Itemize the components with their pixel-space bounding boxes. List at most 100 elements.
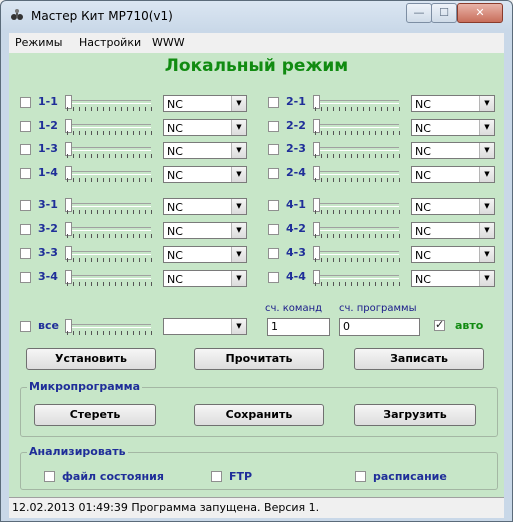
channel-dropdown-2_2[interactable]: NC ▼ xyxy=(411,119,495,136)
chevron-down-icon[interactable]: ▼ xyxy=(479,167,494,182)
all-dropdown[interactable]: ▼ xyxy=(163,318,247,335)
channel-slider-4_2[interactable] xyxy=(313,222,401,238)
chevron-down-icon[interactable]: ▼ xyxy=(231,247,246,262)
channel-checkbox-4_2[interactable] xyxy=(268,224,279,235)
channel-dropdown-4_3[interactable]: NC ▼ xyxy=(411,246,495,263)
channel-checkbox-2_1[interactable] xyxy=(268,97,279,108)
title-bar[interactable]: Мастер Кит MP710(v1) — ☐ ✕ xyxy=(1,1,512,31)
channel-slider-2_4[interactable] xyxy=(313,166,401,182)
state-file-checkbox[interactable] xyxy=(44,471,55,482)
commands-counter-field[interactable]: 1 xyxy=(267,318,330,336)
channel-dropdown-3_1[interactable]: NC ▼ xyxy=(163,198,247,215)
channel-checkbox-4_4[interactable] xyxy=(268,272,279,283)
schedule-checkbox[interactable] xyxy=(355,471,366,482)
channel-checkbox-2_3[interactable] xyxy=(268,144,279,155)
channel-slider-1_1[interactable] xyxy=(65,95,153,111)
channel-dropdown-1_1[interactable]: NC ▼ xyxy=(163,95,247,112)
channel-checkbox-1_2[interactable] xyxy=(20,121,31,132)
channel-dropdown-2_3[interactable]: NC ▼ xyxy=(411,142,495,159)
channel-slider-4_4[interactable] xyxy=(313,270,401,286)
channel-dropdown-1_4[interactable]: NC ▼ xyxy=(163,166,247,183)
channel-dropdown-4_1[interactable]: NC ▼ xyxy=(411,198,495,215)
channel-label-3_3: 3-3 xyxy=(38,246,58,259)
chevron-down-icon[interactable]: ▼ xyxy=(231,167,246,182)
channel-dropdown-1_3[interactable]: NC ▼ xyxy=(163,142,247,159)
channel-slider-2_2[interactable] xyxy=(313,119,401,135)
channel-label-3_4: 3-4 xyxy=(38,270,58,283)
load-button[interactable]: Загрузить xyxy=(354,404,476,426)
channel-label-2_3: 2-3 xyxy=(286,142,306,155)
chevron-down-icon[interactable]: ▼ xyxy=(479,199,494,214)
channel-checkbox-3_2[interactable] xyxy=(20,224,31,235)
maximize-icon[interactable]: ☐ xyxy=(431,3,457,23)
chevron-down-icon[interactable]: ▼ xyxy=(231,143,246,158)
set-button[interactable]: Установить xyxy=(26,348,156,370)
channel-slider-1_2[interactable] xyxy=(65,119,153,135)
chevron-down-icon[interactable]: ▼ xyxy=(231,199,246,214)
channel-checkbox-4_1[interactable] xyxy=(268,200,279,211)
all-checkbox[interactable] xyxy=(20,321,31,332)
menu-settings[interactable]: Настройки xyxy=(79,36,141,49)
channel-slider-2_1[interactable] xyxy=(313,95,401,111)
channel-checkbox-1_3[interactable] xyxy=(20,144,31,155)
channel-slider-3_3[interactable] xyxy=(65,246,153,262)
channel-checkbox-1_1[interactable] xyxy=(20,97,31,108)
channel-slider-4_1[interactable] xyxy=(313,198,401,214)
channel-label-1_4: 1-4 xyxy=(38,166,58,179)
chevron-down-icon[interactable]: ▼ xyxy=(479,96,494,111)
all-label: все xyxy=(38,319,59,332)
chevron-down-icon[interactable]: ▼ xyxy=(479,247,494,262)
chevron-down-icon[interactable]: ▼ xyxy=(231,271,246,286)
chevron-down-icon[interactable]: ▼ xyxy=(479,271,494,286)
channel-checkbox-3_1[interactable] xyxy=(20,200,31,211)
channel-slider-4_3[interactable] xyxy=(313,246,401,262)
channel-slider-1_4[interactable] xyxy=(65,166,153,182)
auto-checkbox[interactable] xyxy=(434,318,445,331)
channel-dropdown-4_2[interactable]: NC ▼ xyxy=(411,222,495,239)
chevron-down-icon[interactable]: ▼ xyxy=(231,319,246,334)
channel-checkbox-2_2[interactable] xyxy=(268,121,279,132)
chevron-down-icon[interactable]: ▼ xyxy=(231,96,246,111)
channel-checkbox-4_3[interactable] xyxy=(268,248,279,259)
channel-label-4_4: 4-4 xyxy=(286,270,306,283)
channel-slider-3_2[interactable] xyxy=(65,222,153,238)
minimize-icon[interactable]: — xyxy=(406,3,432,23)
channel-dropdown-4_4[interactable]: NC ▼ xyxy=(411,270,495,287)
chevron-down-icon[interactable]: ▼ xyxy=(231,120,246,135)
save-button[interactable]: Сохранить xyxy=(194,404,324,426)
write-button[interactable]: Записать xyxy=(354,348,484,370)
app-icon[interactable] xyxy=(9,8,25,24)
channel-checkbox-3_4[interactable] xyxy=(20,272,31,283)
channel-dropdown-3_4[interactable]: NC ▼ xyxy=(163,270,247,287)
channel-slider-3_4[interactable] xyxy=(65,270,153,286)
schedule-label: расписание xyxy=(373,470,447,483)
all-slider[interactable] xyxy=(65,319,153,335)
menu-modes[interactable]: Режимы xyxy=(15,36,62,49)
channel-slider-3_1[interactable] xyxy=(65,198,153,214)
channel-checkbox-1_4[interactable] xyxy=(20,168,31,179)
read-button[interactable]: Прочитать xyxy=(194,348,324,370)
channel-label-4_2: 4-2 xyxy=(286,222,306,235)
channel-dropdown-2_1[interactable]: NC ▼ xyxy=(411,95,495,112)
channel-checkbox-2_4[interactable] xyxy=(268,168,279,179)
channel-dropdown-1_2[interactable]: NC ▼ xyxy=(163,119,247,136)
channel-checkbox-3_3[interactable] xyxy=(20,248,31,259)
erase-button[interactable]: Стереть xyxy=(34,404,156,426)
channel-slider-1_3[interactable] xyxy=(65,142,153,158)
menu-www[interactable]: WWW xyxy=(152,36,185,49)
close-icon[interactable]: ✕ xyxy=(457,3,503,23)
chevron-down-icon[interactable]: ▼ xyxy=(479,143,494,158)
channel-slider-2_3[interactable] xyxy=(313,142,401,158)
channel-dropdown-2_4[interactable]: NC ▼ xyxy=(411,166,495,183)
channel-label-4_1: 4-1 xyxy=(286,198,306,211)
chevron-down-icon[interactable]: ▼ xyxy=(231,223,246,238)
channel-dropdown-3_3[interactable]: NC ▼ xyxy=(163,246,247,263)
commands-counter-label: сч. команд xyxy=(265,303,323,314)
ftp-checkbox[interactable] xyxy=(211,471,222,482)
chevron-down-icon[interactable]: ▼ xyxy=(479,223,494,238)
channel-label-3_2: 3-2 xyxy=(38,222,58,235)
program-counter-field[interactable]: 0 xyxy=(339,318,420,336)
app-window: Мастер Кит MP710(v1) — ☐ ✕ Режимы Настро… xyxy=(0,0,513,522)
channel-dropdown-3_2[interactable]: NC ▼ xyxy=(163,222,247,239)
chevron-down-icon[interactable]: ▼ xyxy=(479,120,494,135)
